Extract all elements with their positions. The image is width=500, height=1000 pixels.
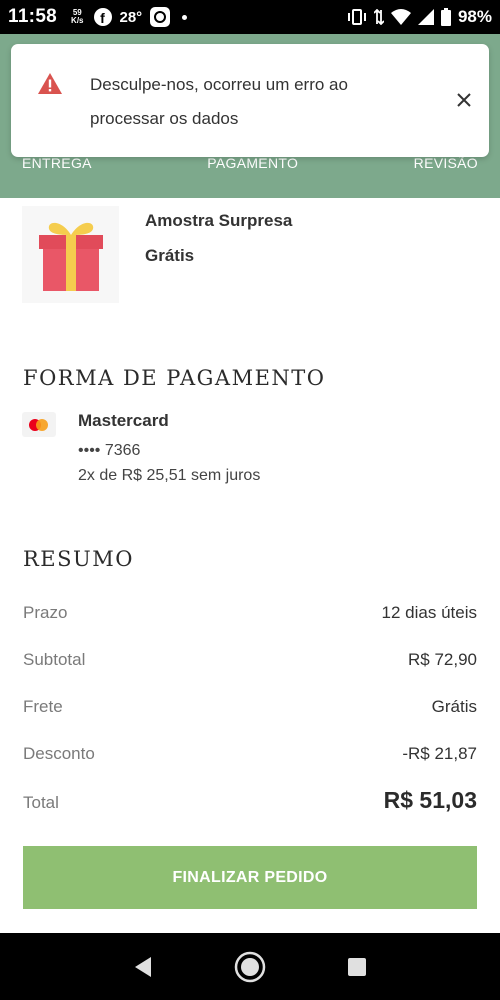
summary-label: Subtotal	[23, 650, 86, 669]
status-time: 11:58	[8, 6, 58, 27]
close-icon	[457, 93, 471, 107]
summary-value: 12 dias úteis	[381, 603, 477, 622]
summary-section-title: RESUMO	[23, 547, 134, 571]
status-temperature: 28°	[119, 8, 143, 26]
card-number: •••• 7366	[78, 442, 141, 459]
step-delivery[interactable]: ENTREGA	[22, 155, 92, 171]
status-right: 98%	[347, 7, 492, 27]
close-toast-button[interactable]	[447, 83, 481, 117]
vibrate-icon	[347, 9, 366, 25]
product-name: Amostra Surpresa	[145, 211, 293, 230]
gift-icon	[38, 222, 103, 291]
card-installments: 2x de R$ 25,51 sem juros	[78, 467, 261, 484]
back-icon	[135, 956, 152, 977]
summary-value: R$ 72,90	[408, 650, 477, 669]
network-speed-unit: K/s	[71, 16, 84, 25]
mastercard-icon	[22, 412, 56, 437]
cell-signal-icon	[417, 9, 434, 25]
summary-row-discount: Desconto -R$ 21,87	[23, 744, 477, 764]
battery-percentage: 98%	[457, 7, 492, 26]
data-transfer-icon	[373, 9, 384, 25]
total-label: Total	[23, 793, 59, 812]
recent-apps-icon	[347, 957, 366, 976]
summary-label: Prazo	[23, 603, 68, 622]
summary-value: Grátis	[431, 697, 477, 716]
finalize-order-button[interactable]: FINALIZAR PEDIDO	[23, 846, 477, 909]
step-review[interactable]: REVISÃO	[414, 155, 478, 171]
payment-section-title: FORMA DE PAGAMENTO	[23, 366, 326, 390]
navigation-bar	[0, 933, 500, 1000]
summary-label: Desconto	[23, 744, 95, 763]
summary-label: Frete	[23, 697, 63, 716]
app-notification-icon	[150, 7, 171, 27]
summary-row-deadline: Prazo 12 dias úteis	[23, 603, 477, 623]
facebook-icon: f	[93, 8, 112, 26]
step-payment[interactable]: PAGAMENTO	[207, 155, 298, 171]
error-toast: Desculpe-nos, ocorreu um erro ao process…	[11, 44, 489, 157]
recent-apps-button[interactable]	[337, 947, 377, 987]
card-brand: Mastercard	[78, 411, 169, 430]
total-value: R$ 51,03	[383, 787, 477, 813]
home-icon	[234, 951, 266, 982]
warning-icon	[38, 73, 62, 94]
summary-row-shipping: Frete Grátis	[23, 697, 477, 717]
back-button[interactable]	[123, 947, 163, 987]
checkout-steps: ENTREGA PAGAMENTO REVISÃO	[0, 155, 500, 171]
summary-row-subtotal: Subtotal R$ 72,90	[23, 650, 477, 670]
home-button[interactable]	[230, 947, 270, 987]
summary-value: -R$ 21,87	[402, 744, 477, 763]
battery-icon	[440, 8, 451, 26]
network-speed: 59 K/s	[71, 9, 83, 25]
notification-dot-icon	[182, 14, 188, 20]
status-bar: 11:58 59 K/s f 28° 98%	[0, 0, 500, 34]
summary-row-total: Total R$ 51,03	[23, 787, 477, 814]
error-message: Desculpe-nos, ocorreu um erro ao process…	[90, 75, 348, 128]
product-image	[22, 206, 119, 303]
product-price: Grátis	[145, 246, 195, 265]
wifi-icon	[390, 9, 411, 25]
